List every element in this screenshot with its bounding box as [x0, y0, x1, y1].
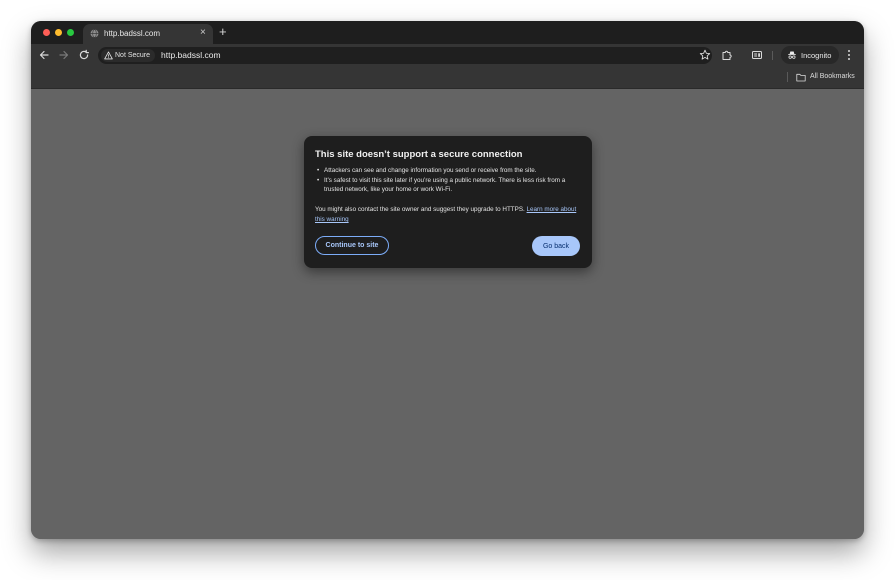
- tab-strip: http.badssl.com × +: [31, 21, 864, 44]
- incognito-profile-button[interactable]: Incognito: [781, 46, 839, 64]
- go-back-button[interactable]: Go back: [532, 236, 580, 256]
- close-window-button[interactable]: [43, 29, 50, 36]
- kebab-menu-icon[interactable]: [846, 48, 852, 62]
- tab-title: http.badssl.com: [104, 29, 161, 38]
- all-bookmarks-button[interactable]: All Bookmarks: [810, 73, 855, 80]
- toolbar-separator: [772, 51, 773, 60]
- puzzle-icon[interactable]: [721, 49, 733, 61]
- arrow-right-icon[interactable]: [58, 49, 70, 61]
- url-text[interactable]: http.badssl.com: [161, 50, 221, 60]
- popup-title: This site doesn’t support a secure conne…: [315, 149, 523, 160]
- address-bar[interactable]: Not Secure http.badssl.com: [98, 47, 712, 64]
- security-chip-label: Not Secure: [115, 52, 151, 59]
- folder-icon[interactable]: [796, 73, 806, 82]
- profile-label: Incognito: [801, 50, 832, 60]
- warning-list: Attackers can see and change information…: [315, 166, 581, 195]
- maximize-window-button[interactable]: [67, 29, 74, 36]
- page-content: This site doesn’t support a secure conne…: [31, 89, 864, 539]
- arrow-left-icon[interactable]: [38, 49, 50, 61]
- new-tab-button[interactable]: +: [219, 24, 227, 40]
- reading-mode-icon[interactable]: [751, 49, 763, 61]
- connection-security-popup: This site doesn’t support a secure conne…: [304, 136, 592, 268]
- popup-note: You might also contact the site owner an…: [315, 205, 581, 225]
- minimize-window-button[interactable]: [55, 29, 62, 36]
- reload-icon[interactable]: [78, 49, 90, 61]
- browser-window: http.badssl.com × + Not Secure http.bads…: [31, 21, 864, 539]
- star-icon[interactable]: [699, 49, 711, 61]
- warning-triangle-icon: [104, 51, 113, 60]
- tab-http-badssl[interactable]: http.badssl.com ×: [83, 24, 213, 44]
- globe-icon: [90, 29, 99, 38]
- bookmarks-separator: [787, 72, 788, 82]
- not-secure-chip[interactable]: Not Secure: [101, 49, 155, 62]
- continue-to-site-button[interactable]: Continue to site: [315, 236, 389, 255]
- bookmarks-bar: All Bookmarks: [31, 66, 864, 89]
- list-item: Attackers can see and change information…: [315, 166, 581, 176]
- incognito-icon: [788, 51, 796, 59]
- toolbar: Not Secure http.badssl.com Incognito: [31, 44, 864, 66]
- note-text: You might also contact the site owner an…: [315, 206, 527, 213]
- tab-close-button[interactable]: ×: [200, 27, 206, 39]
- list-item: It’s safest to visit this site later if …: [315, 176, 581, 195]
